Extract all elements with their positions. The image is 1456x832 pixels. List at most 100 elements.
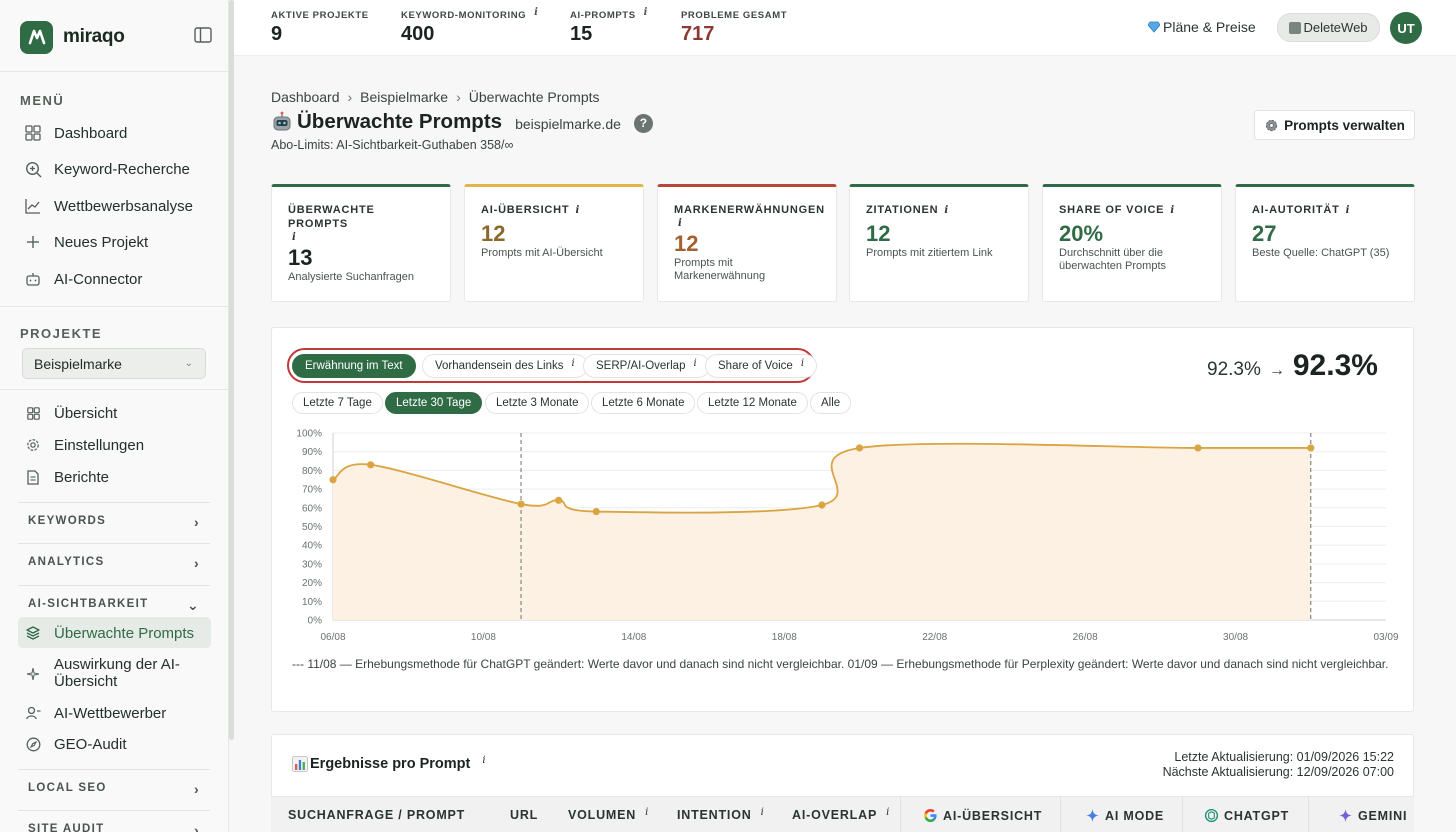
domain-label: beispielmarke.de — [515, 116, 621, 132]
logo[interactable]: miraqo — [20, 20, 212, 54]
column-volume[interactable]: VOLUMEN i — [568, 807, 649, 823]
breadcrumb-item[interactable]: Dashboard — [271, 89, 340, 105]
nav-reports[interactable]: Berichte — [20, 462, 210, 492]
column-label: URL — [510, 808, 539, 822]
toggle-serp-ai-overlap[interactable]: SERP/AI-Overlap i — [583, 354, 710, 378]
avatar[interactable]: UT — [1390, 12, 1422, 44]
plans-link[interactable]: Pläne & Preise — [1148, 19, 1256, 35]
range-12-months[interactable]: Letzte 12 Monate — [697, 392, 808, 414]
divider — [0, 389, 229, 390]
nav-ai-overview-impact[interactable]: Auswirkung der AI-Übersicht — [20, 656, 210, 692]
nav-overview[interactable]: Übersicht — [20, 398, 210, 428]
range-6-months[interactable]: Letzte 6 Monate — [591, 392, 696, 414]
range-7-days[interactable]: Letzte 7 Tage — [292, 392, 383, 414]
group-local-seo[interactable]: LOCAL SEO › — [18, 769, 210, 805]
column-prompt[interactable]: SUCHANFRAGE / PROMPT — [288, 808, 465, 822]
info-icon[interactable]: i — [572, 358, 575, 369]
nav-dashboard[interactable]: Dashboard — [20, 118, 210, 148]
column-intent[interactable]: INTENTION i — [677, 807, 765, 823]
info-icon[interactable]: i — [575, 205, 580, 216]
data-point — [329, 476, 337, 484]
nav-ai-competitors[interactable]: AI-Wettbewerber — [20, 698, 210, 728]
info-icon[interactable]: i — [886, 807, 890, 818]
robot-icon — [273, 111, 291, 131]
nav-geo-audit[interactable]: GEO-Audit — [20, 729, 210, 759]
nav-ai-connector[interactable]: AI-Connector — [20, 264, 210, 294]
nav-new-project[interactable]: Neues Projekt — [20, 227, 210, 257]
group-keywords[interactable]: KEYWORDS › — [18, 502, 210, 538]
grid-icon — [24, 404, 42, 422]
projects-label: PROJEKTE — [20, 326, 103, 341]
help-icon[interactable]: ? — [633, 113, 653, 133]
info-icon[interactable]: i — [644, 7, 648, 18]
group-analytics[interactable]: ANALYTICS › — [18, 543, 210, 579]
range-3-months[interactable]: Letzte 3 Monate — [485, 392, 590, 414]
stat-label: AI-PROMPTS — [570, 10, 636, 21]
nav-keyword-research[interactable]: Keyword-Recherche — [20, 154, 210, 184]
info-icon[interactable]: i — [482, 755, 485, 766]
column-gemini[interactable]: GEMINI — [1338, 808, 1407, 823]
page-title-text: Überwachte Prompts — [297, 110, 503, 133]
toggle-share-of-voice[interactable]: Share of Voice i — [705, 354, 818, 378]
data-point — [818, 501, 826, 509]
nav-monitored-prompts[interactable]: Überwachte Prompts — [20, 618, 210, 648]
last-update: Letzte Aktualisierung: 01/09/2026 15:22 — [1174, 750, 1394, 764]
card-subtext: Beste Quelle: ChatGPT (35) — [1252, 247, 1390, 259]
column-ai-overview[interactable]: AI-ÜBERSICHT — [923, 808, 1042, 823]
range-30-days[interactable]: Letzte 30 Tage — [385, 392, 483, 414]
chevron-right-icon: › — [194, 514, 200, 530]
column-separator — [1308, 796, 1309, 832]
y-tick-label: 20% — [302, 578, 322, 589]
info-icon[interactable]: i — [1170, 205, 1175, 216]
breadcrumb-separator: › — [456, 89, 461, 105]
info-icon[interactable]: i — [944, 205, 949, 216]
bar-chart-icon — [292, 756, 308, 772]
range-all[interactable]: Alle — [810, 392, 852, 414]
toggle-link-presence[interactable]: Vorhandensein des Links i — [422, 354, 588, 378]
info-icon[interactable]: i — [534, 7, 538, 18]
sidebar-toggle-icon[interactable] — [194, 27, 212, 43]
column-label: INTENTION — [677, 808, 752, 822]
column-label: CHATGPT — [1224, 808, 1290, 823]
group-site-audit[interactable]: SITE AUDIT › — [18, 810, 210, 832]
breadcrumb-item[interactable]: Beispielmarke — [360, 89, 448, 105]
y-tick-label: 30% — [302, 559, 322, 570]
info-icon[interactable]: i — [292, 231, 434, 245]
column-ai-overlap[interactable]: AI-OVERLAP i — [792, 807, 890, 823]
info-icon[interactable]: i — [678, 217, 820, 231]
toggle-mention-in-text[interactable]: Erwähnung im Text — [292, 354, 416, 378]
nav-label: GEO-Audit — [54, 735, 127, 753]
column-chatgpt[interactable]: CHATGPT — [1204, 808, 1289, 823]
nav-settings[interactable]: Einstellungen — [20, 430, 210, 460]
card-value: 12 — [866, 221, 891, 246]
info-icon[interactable]: i — [1346, 205, 1351, 216]
card-label-text: ZITATIONEN — [866, 204, 939, 216]
column-ai-mode[interactable]: AI MODE — [1085, 808, 1164, 823]
value-change: 92.3% → 92.3% — [1207, 349, 1378, 383]
nav-competitor-analysis[interactable]: Wettbewerbsanalyse — [20, 191, 210, 221]
info-icon[interactable]: i — [801, 358, 804, 369]
compass-icon — [24, 735, 42, 753]
x-tick-label: 18/08 — [772, 632, 797, 643]
group-ai-visibility[interactable]: AI-SICHTBARKEIT ⌄ — [18, 585, 210, 621]
arrow-right-icon: → — [1268, 362, 1285, 379]
info-icon[interactable]: i — [693, 358, 696, 369]
subscription-limits: Abo-Limits: AI-Sichtbarkeit-Guthaben 358… — [271, 138, 514, 152]
info-icon[interactable]: i — [645, 807, 649, 818]
stat-value: 9 — [271, 23, 283, 45]
manage-prompts-button[interactable]: Prompts verwalten — [1254, 110, 1415, 140]
nav-label: Keyword-Recherche — [54, 160, 190, 178]
column-label: AI-ÜBERSICHT — [943, 808, 1043, 823]
workspace-button[interactable]: DeleteWeb — [1277, 13, 1380, 42]
sidebar-scrollbar[interactable] — [229, 0, 234, 740]
column-label: VOLUMEN — [568, 808, 637, 822]
card-ai-overview: AI-ÜBERSICHT i 12 Prompts mit AI-Übersicht — [464, 184, 644, 302]
y-tick-label: 50% — [302, 522, 322, 533]
info-icon[interactable]: i — [761, 807, 765, 818]
logo-icon — [20, 20, 53, 54]
column-url[interactable]: URL — [510, 808, 538, 822]
project-select[interactable]: Beispielmarke ⌄ — [22, 348, 206, 379]
stat-label: AKTIVE PROJEKTE — [271, 10, 369, 21]
plans-label: Pläne & Preise — [1163, 19, 1256, 35]
group-label: AI-SICHTBARKEIT — [28, 597, 149, 610]
